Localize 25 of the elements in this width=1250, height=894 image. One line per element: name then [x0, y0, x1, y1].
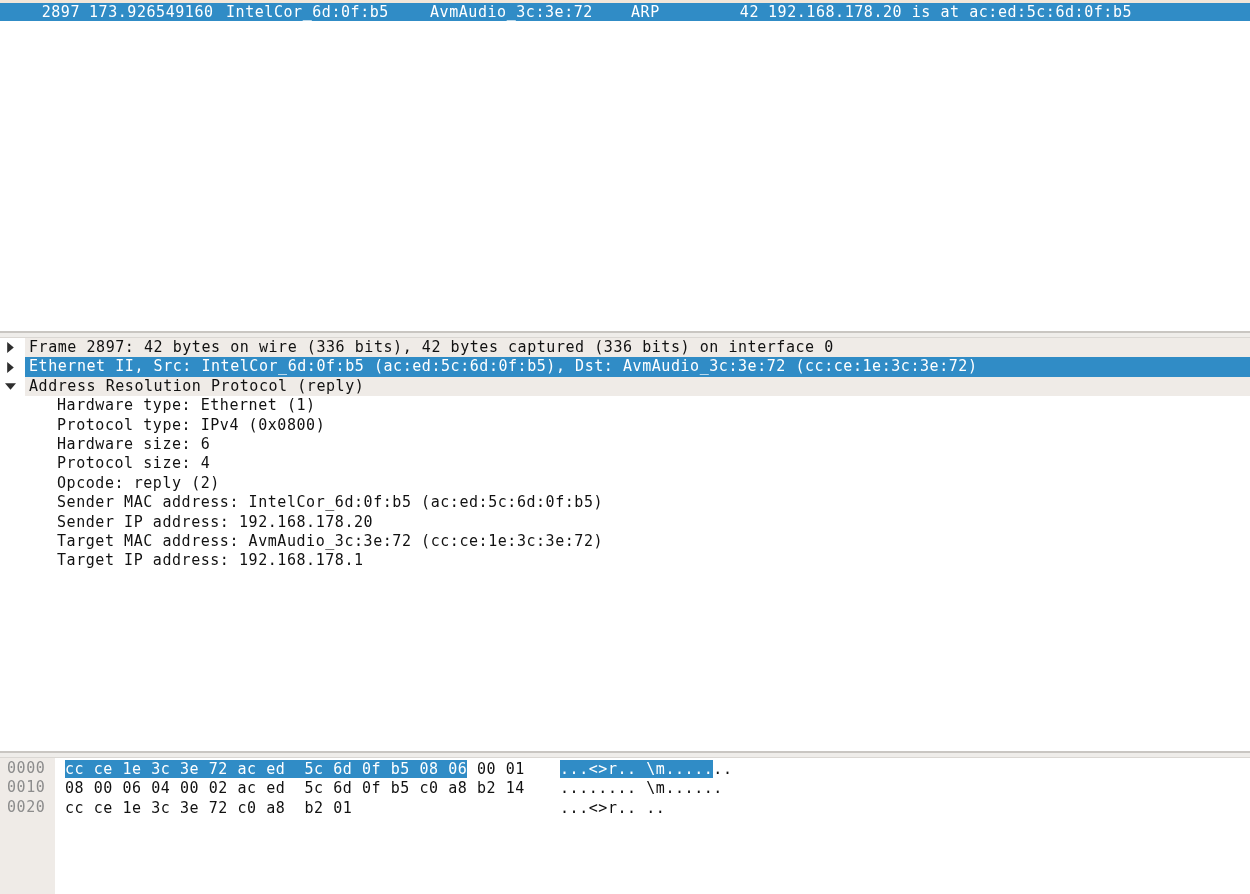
table-cell-text: 2897: [41, 3, 81, 21]
caret-right-icon[interactable]: [7, 342, 14, 354]
table-cell-text: AvmAudio_3c:3e:72: [429, 3, 593, 21]
caret-right-icon[interactable]: [7, 361, 14, 373]
offset-label: 0000: [6, 759, 46, 779]
tree-item[interactable]: Ethernet II, Src: IntelCor_6d:0f:b5 (ac:ed:5c:6d:0f:b5), Dst: AvmAudio_3c:3e:72 (cc:ce:1e:3c:3e:72): [25, 357, 1250, 377]
tree-item[interactable]: Address Resolution Protocol (reply): [25, 376, 1250, 397]
table-cell-text: 42: [739, 3, 760, 21]
table-cell-text: ARP: [630, 3, 660, 21]
hex-bytes[interactable]: cc ce 1e 3c 3e 72 ac ed 5c 6d 0f b5 08 06: [65, 760, 468, 778]
hex-bytes[interactable]: 00 01: [477, 760, 525, 778]
tree-item[interactable]: Frame 2897: 42 bytes on wire (336 bits), 42 bytes captured (336 bits) on interface 0: [25, 338, 1250, 358]
ascii-text[interactable]: ........ \m......: [560, 779, 723, 798]
table-cell-text: IntelCor_6d:0f:b5: [225, 3, 389, 21]
ascii-text[interactable]: ...<>r.. ..: [560, 798, 666, 817]
offset-label: 0020: [6, 797, 46, 818]
table-cell-text: 173.926549160: [88, 3, 214, 21]
ascii-text[interactable]: ..: [713, 760, 733, 778]
hex-bytes[interactable]: 08 00 06 04 00 02 ac ed 5c 6d 0f b5 c0 a8 b2 14: [65, 779, 525, 798]
table-cell-text: 192.168.178.20 is at ac:ed:5c:6d:0f:b5: [767, 3, 1133, 21]
ascii-text[interactable]: ...<>r.. \m.....: [560, 760, 714, 778]
caret-down-icon[interactable]: [5, 382, 16, 390]
hex-bytes[interactable]: cc ce 1e 3c 3e 72 c0 a8 b2 01: [65, 798, 353, 817]
offset-label: 0010: [6, 778, 46, 798]
packet-row[interactable]: 2897 173.926549160 IntelCor_6d:0f:b5 AvmAudio_3c:3e:72 ARP 42 192.168.178.20 is at ac:ed:5c:6d:0f:b5: [0, 3, 1250, 21]
